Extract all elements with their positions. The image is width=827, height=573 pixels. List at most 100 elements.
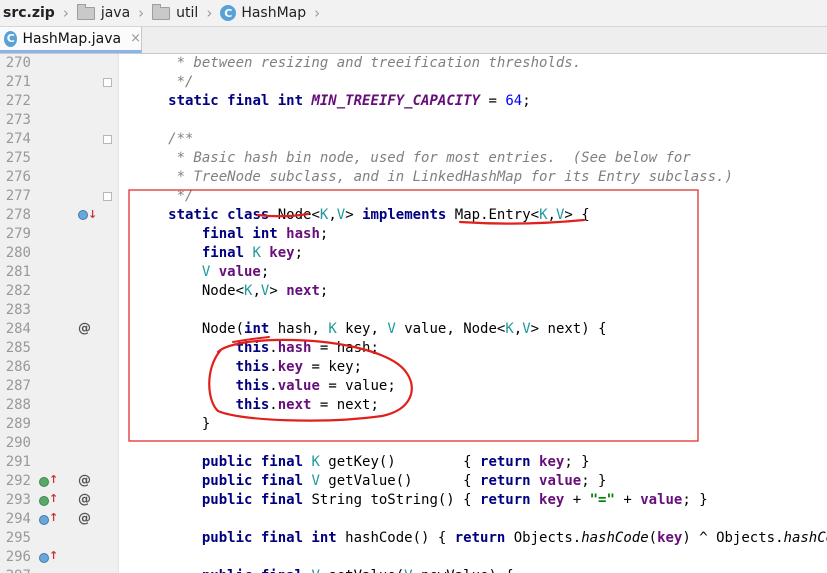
code-line[interactable]: 284 Node(int hash, K key, V value, Node<… bbox=[0, 320, 827, 339]
code-text: final K key; bbox=[126, 244, 303, 263]
code-token: implements bbox=[362, 207, 455, 223]
code-text: * TreeNode subclass, and in LinkedHashMa… bbox=[126, 168, 733, 187]
breadcrumb-item-util[interactable]: util bbox=[148, 0, 202, 26]
code-token: + bbox=[564, 492, 590, 508]
line-number: 286 bbox=[5, 359, 31, 375]
code-line[interactable]: 293 public final String toString() { ret… bbox=[0, 491, 827, 510]
tab-label: HashMap.java bbox=[22, 30, 122, 47]
code-token: */ bbox=[126, 74, 194, 90]
code-token: this bbox=[235, 340, 270, 356]
code-line[interactable]: 289 } bbox=[0, 415, 827, 434]
code-token: public final bbox=[201, 492, 312, 508]
code-token: hashCode bbox=[783, 530, 827, 546]
annotation-at-icon: @ bbox=[78, 473, 91, 488]
code-line[interactable]: 288 this.next = next; bbox=[0, 396, 827, 415]
code-token: key bbox=[539, 492, 565, 508]
line-number: 285 bbox=[5, 340, 31, 356]
code-token: /** bbox=[126, 131, 194, 147]
code-token: . bbox=[269, 359, 278, 375]
code-token: public final bbox=[202, 568, 312, 573]
implements-icon[interactable] bbox=[78, 210, 88, 220]
annotation-at-icon: @ bbox=[78, 321, 91, 336]
code-line[interactable]: 279 final int hash; bbox=[0, 225, 827, 244]
code-line[interactable]: 277 */ bbox=[0, 187, 827, 206]
code-text: static class Node<K,V> implements Map.En… bbox=[126, 206, 590, 225]
code-line[interactable]: 272 static final int MIN_TREEIFY_CAPACIT… bbox=[0, 92, 827, 111]
line-number: 273 bbox=[5, 112, 31, 128]
code-line[interactable]: 291 public final K getKey() { return key… bbox=[0, 453, 827, 472]
code-token: ; } bbox=[564, 454, 590, 470]
code-token: ; bbox=[260, 264, 270, 280]
code-token: next bbox=[277, 397, 312, 413]
code-token: value bbox=[640, 492, 683, 508]
code-line[interactable]: 283 bbox=[0, 301, 827, 320]
fold-icon[interactable] bbox=[103, 192, 112, 201]
code-line[interactable]: 287 this.value = value; bbox=[0, 377, 827, 396]
code-text: } bbox=[126, 415, 210, 434]
line-number: 297 bbox=[0, 567, 31, 573]
code-token: hash, bbox=[277, 321, 329, 337]
code-token: static class bbox=[168, 207, 278, 223]
code-line[interactable]: 281 V value; bbox=[0, 263, 827, 282]
code-text: this.hash = hash; bbox=[126, 339, 379, 358]
code-token: ) ^ Objects. bbox=[682, 530, 784, 546]
code-line[interactable]: 276 * TreeNode subclass, and in LinkedHa… bbox=[0, 168, 827, 187]
code-text: this.key = key; bbox=[126, 358, 362, 377]
code-token: > bbox=[269, 283, 287, 299]
arrow-up-icon: ↑ bbox=[49, 492, 59, 505]
code-line[interactable]: 280 final K key; bbox=[0, 244, 827, 263]
arrow-down-icon: ↓ bbox=[88, 208, 98, 221]
line-number: 289 bbox=[5, 416, 31, 432]
breadcrumb-item-src-zip[interactable]: src.zip bbox=[0, 0, 59, 26]
code-line[interactable]: 296 bbox=[0, 548, 827, 567]
tab-hashmap-java[interactable]: C HashMap.java × bbox=[0, 27, 142, 53]
code-line[interactable]: 297 public final V setValue(V newValue) … bbox=[0, 567, 827, 573]
code-token: V bbox=[311, 568, 328, 573]
close-icon[interactable]: × bbox=[130, 31, 141, 46]
code-editor[interactable]: 270 * between resizing and treeification… bbox=[0, 54, 827, 573]
line-number: 292 bbox=[5, 473, 31, 489]
code-line[interactable]: 285 this.hash = hash; bbox=[0, 339, 827, 358]
fold-icon[interactable] bbox=[103, 135, 112, 144]
code-token: int bbox=[244, 321, 278, 337]
annotation-at-icon: @ bbox=[78, 492, 91, 507]
code-line[interactable]: 292 public final V getValue() { return v… bbox=[0, 472, 827, 491]
breadcrumb-label: util bbox=[176, 5, 199, 21]
code-token: ; bbox=[522, 93, 531, 109]
code-token: key bbox=[269, 245, 295, 261]
breadcrumb-item-hashmap[interactable]: C HashMap bbox=[216, 0, 310, 26]
line-number: 270 bbox=[5, 55, 31, 71]
code-token: * TreeNode subclass, and in LinkedHashMa… bbox=[126, 169, 733, 185]
code-token: K bbox=[328, 321, 346, 337]
code-text: public final V getValue() { return value… bbox=[126, 472, 607, 491]
code-token: "=" bbox=[589, 492, 615, 508]
code-line[interactable]: 294 bbox=[0, 510, 827, 529]
override-icon[interactable] bbox=[39, 515, 49, 525]
code-line[interactable]: 271 */ bbox=[0, 73, 827, 92]
line-number: 296 bbox=[5, 549, 31, 565]
code-line[interactable]: 295 public final int hashCode() { return… bbox=[0, 529, 827, 548]
code-token: return bbox=[480, 454, 540, 470]
code-token: ; bbox=[319, 226, 329, 242]
code-line[interactable]: 274 /** bbox=[0, 130, 827, 149]
code-line[interactable]: 286 this.key = key; bbox=[0, 358, 827, 377]
line-number: 276 bbox=[5, 169, 31, 185]
override-icon[interactable] bbox=[39, 496, 49, 506]
breadcrumb-item-java[interactable]: java bbox=[73, 0, 134, 26]
code-token: = key; bbox=[303, 359, 363, 375]
override-icon[interactable] bbox=[39, 553, 49, 563]
code-line[interactable]: 270 * between resizing and treeification… bbox=[0, 54, 827, 73]
fold-icon[interactable] bbox=[103, 78, 112, 87]
code-line[interactable]: 275 * Basic hash bin node, used for most… bbox=[0, 149, 827, 168]
code-line[interactable]: 278 static class Node<K,V> implements Ma… bbox=[0, 206, 827, 225]
override-icon[interactable] bbox=[39, 477, 49, 487]
code-line[interactable]: 273 bbox=[0, 111, 827, 130]
code-token: next bbox=[286, 283, 320, 299]
code-line[interactable]: 282 Node<K,V> next; bbox=[0, 282, 827, 301]
breadcrumb-separator: › bbox=[138, 4, 145, 22]
code-line[interactable]: 290 bbox=[0, 434, 827, 453]
